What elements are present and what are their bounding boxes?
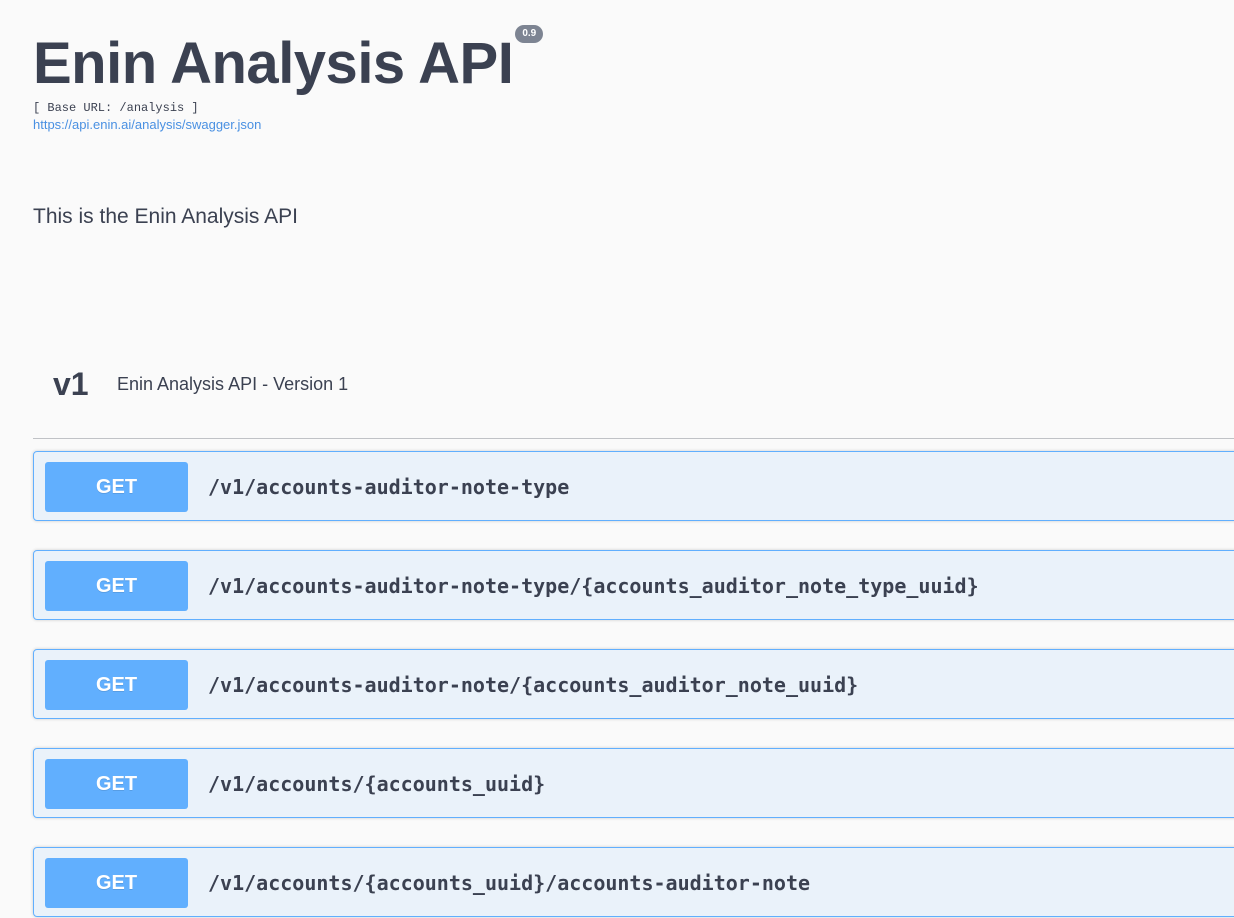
tag-name: v1	[53, 366, 89, 402]
get-method-badge: GET	[45, 660, 188, 710]
get-method-badge: GET	[45, 561, 188, 611]
operation-get-accounts-auditor-note-type[interactable]: GET /v1/accounts-auditor-note-type	[33, 451, 1234, 521]
api-title-text: Enin Analysis API	[33, 31, 514, 96]
operation-get-accounts-auditor-note-by-uuid[interactable]: GET /v1/accounts-auditor-note/{accounts_…	[33, 649, 1234, 719]
api-info: Enin Analysis API 0.9 [ Base URL: /analys…	[33, 24, 544, 134]
operation-path: /v1/accounts-auditor-note/{accounts_audi…	[208, 673, 859, 697]
api-description: This is the Enin Analysis API	[33, 205, 298, 228]
operation-path: /v1/accounts-auditor-note-type	[208, 475, 570, 499]
swagger-json-link[interactable]: https://api.enin.ai/analysis/swagger.jso…	[33, 116, 543, 134]
operation-get-accounts-auditor-notes[interactable]: GET /v1/accounts/{accounts_uuid}/account…	[33, 847, 1234, 917]
get-method-badge: GET	[45, 858, 188, 908]
version-badge: 0.9	[515, 24, 544, 43]
tag-description: Enin Analysis API - Version 1	[117, 374, 349, 394]
get-method-badge: GET	[45, 759, 188, 809]
operation-get-accounts-auditor-note-type-by-uuid[interactable]: GET /v1/accounts-auditor-note-type/{acco…	[33, 550, 1234, 620]
base-url: [ Base URL: /analysis ]	[33, 101, 199, 115]
operation-get-accounts-by-uuid[interactable]: GET /v1/accounts/{accounts_uuid}	[33, 748, 1234, 818]
operation-path: /v1/accounts/{accounts_uuid}/accounts-au…	[208, 871, 811, 895]
operation-path: /v1/accounts-auditor-note-type/{accounts…	[208, 574, 979, 598]
api-title: Enin Analysis API 0.9	[33, 24, 544, 98]
get-method-badge: GET	[45, 462, 188, 512]
tag-section-v1[interactable]: v1 Enin Analysis API - Version 1	[33, 360, 1234, 439]
operation-path: /v1/accounts/{accounts_uuid}	[208, 772, 546, 796]
